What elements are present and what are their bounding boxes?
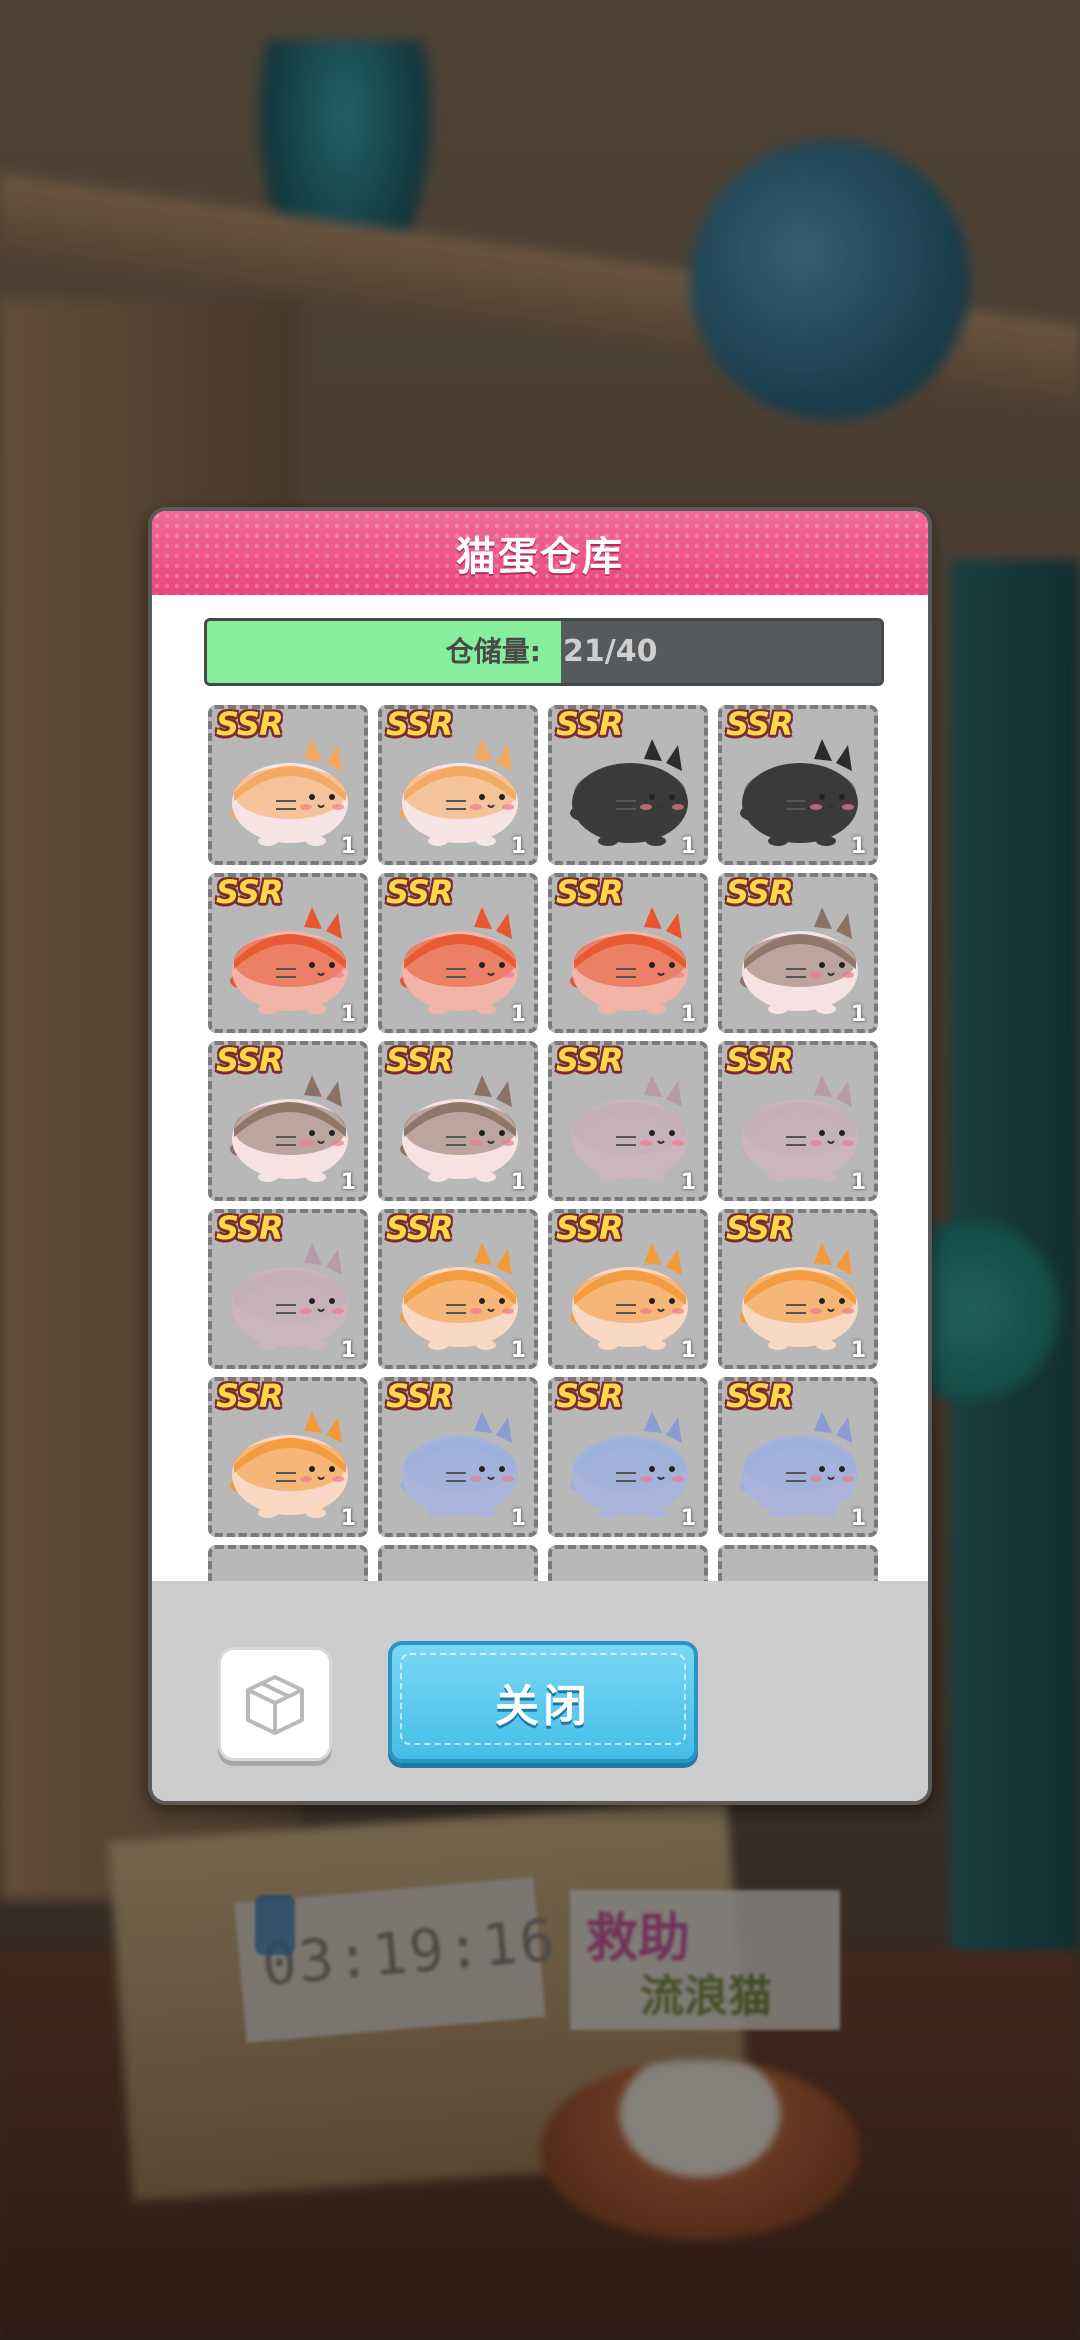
item-quantity: 1	[850, 1506, 866, 1531]
cat-egg-item[interactable]: SSR 1	[548, 1209, 708, 1369]
cat-egg-item[interactable]: SSR 1	[208, 1209, 368, 1369]
cat-egg-item[interactable]: SSR 1	[378, 873, 538, 1033]
cat-sprite	[230, 1075, 348, 1182]
item-quantity: 1	[680, 1506, 696, 1531]
rarity-badge: SSR	[216, 705, 284, 743]
cat-egg-item[interactable]: SSR 1	[208, 1041, 368, 1201]
item-quantity: 1	[850, 1338, 866, 1363]
dialog-content: 仓储量: 21/40 SSR 1 SSR 1 SSR 1 SSR 1 SSR 1 SSR 1 SSR 1 S…	[152, 595, 928, 1581]
dialog-footer: 关闭	[152, 1581, 928, 1801]
dialog-header: 猫蛋仓库	[152, 511, 928, 595]
item-quantity: 1	[510, 1506, 526, 1531]
cat-egg-item[interactable]: SSR 1	[718, 1041, 878, 1201]
cat-sprite	[740, 1243, 858, 1350]
dialog-title: 猫蛋仓库	[456, 534, 624, 580]
item-quantity: 1	[510, 834, 526, 859]
rarity-badge: SSR	[556, 1209, 624, 1247]
cat-sprite	[400, 1411, 518, 1518]
cat-sprite	[740, 739, 858, 846]
storage-label: 仓储量:	[445, 635, 541, 668]
cat-egg-item[interactable]: SSR 1	[378, 1209, 538, 1369]
item-quantity: 1	[680, 834, 696, 859]
cat-sprite	[400, 1243, 518, 1350]
item-quantity: 1	[510, 1002, 526, 1027]
rarity-badge: SSR	[386, 1209, 454, 1247]
item-quantity: 1	[340, 1506, 356, 1531]
rarity-badge: SSR	[216, 1377, 284, 1415]
item-grid-scroll[interactable]: SSR 1 SSR 1 SSR 1 SSR 1 SSR 1 SSR 1 SSR 1 SSR 1 SSR 1 SSR 1…	[208, 705, 888, 1581]
cat-sprite	[740, 907, 858, 1014]
cat-sprite	[400, 907, 518, 1014]
item-quantity: 1	[340, 1170, 356, 1195]
cat-sprite	[570, 1411, 688, 1518]
item-quantity: 1	[510, 1170, 526, 1195]
item-quantity: 1	[340, 834, 356, 859]
item-quantity: 1	[680, 1338, 696, 1363]
cat-sprite	[230, 1411, 348, 1518]
cat-sprite	[230, 1243, 348, 1350]
rarity-badge: SSR	[386, 1041, 454, 1079]
box-button[interactable]	[218, 1647, 332, 1761]
cat-egg-item[interactable]: SSR 1	[208, 873, 368, 1033]
cat-egg-item[interactable]: SSR 1	[208, 705, 368, 865]
item-quantity: 1	[850, 834, 866, 859]
cat-egg-storage-dialog: 猫蛋仓库 仓储量: 21/40 SSR 1 SSR 1 SSR 1 SSR 1 SSR 1 SSR 1…	[148, 507, 932, 1805]
cat-egg-item[interactable]: SSR 1	[378, 1041, 538, 1201]
cat-egg-item[interactable]: SSR 1	[548, 1041, 708, 1201]
close-button[interactable]: 关闭	[388, 1641, 698, 1763]
cat-egg-item-partial[interactable]	[718, 1545, 878, 1581]
item-quantity: 1	[850, 1170, 866, 1195]
item-quantity: 1	[680, 1170, 696, 1195]
rarity-badge: SSR	[726, 1377, 794, 1415]
cat-egg-item-partial[interactable]	[208, 1545, 368, 1581]
close-button-label: 关闭	[495, 1681, 591, 1732]
cat-sprite	[740, 1075, 858, 1182]
cat-egg-item[interactable]: SSR 1	[718, 1209, 878, 1369]
cat-egg-item-partial[interactable]	[548, 1545, 708, 1581]
cat-sprite	[400, 1075, 518, 1182]
item-quantity: 1	[510, 1338, 526, 1363]
cat-egg-item-partial[interactable]	[378, 1545, 538, 1581]
cat-egg-item[interactable]: SSR 1	[378, 705, 538, 865]
cat-sprite	[570, 739, 688, 846]
cat-egg-item[interactable]: SSR 1	[718, 705, 878, 865]
cat-egg-item[interactable]: SSR 1	[718, 873, 878, 1033]
rarity-badge: SSR	[556, 705, 624, 743]
rarity-badge: SSR	[386, 1377, 454, 1415]
rarity-badge: SSR	[726, 1209, 794, 1247]
cat-sprite	[570, 1075, 688, 1182]
rarity-badge: SSR	[726, 705, 794, 743]
rarity-badge: SSR	[556, 1377, 624, 1415]
cat-egg-item[interactable]: SSR 1	[548, 705, 708, 865]
rarity-badge: SSR	[556, 1041, 624, 1079]
item-quantity: 1	[340, 1002, 356, 1027]
item-quantity: 1	[850, 1002, 866, 1027]
cat-egg-item[interactable]: SSR 1	[548, 1377, 708, 1537]
item-quantity: 1	[680, 1002, 696, 1027]
rarity-badge: SSR	[556, 873, 624, 911]
item-grid: SSR 1 SSR 1 SSR 1 SSR 1 SSR 1 SSR 1 SSR 1 SSR 1 SSR 1 SSR 1…	[208, 705, 888, 1581]
storage-bar: 仓储量: 21/40	[204, 618, 884, 686]
box-icon	[246, 1675, 304, 1735]
rarity-badge: SSR	[216, 1041, 284, 1079]
cat-egg-item[interactable]: SSR 1	[548, 873, 708, 1033]
cat-sprite	[570, 1243, 688, 1350]
item-quantity: 1	[340, 1338, 356, 1363]
rarity-badge: SSR	[386, 705, 454, 743]
rarity-badge: SSR	[726, 873, 794, 911]
cat-egg-item[interactable]: SSR 1	[378, 1377, 538, 1537]
rarity-badge: SSR	[726, 1041, 794, 1079]
cat-sprite	[230, 907, 348, 1014]
cat-sprite	[740, 1411, 858, 1518]
cat-sprite	[230, 739, 348, 846]
rarity-badge: SSR	[216, 873, 284, 911]
cat-sprite	[400, 739, 518, 846]
storage-count: 21/40	[563, 634, 658, 669]
rarity-badge: SSR	[386, 873, 454, 911]
cat-egg-item[interactable]: SSR 1	[718, 1377, 878, 1537]
cat-egg-item[interactable]: SSR 1	[208, 1377, 368, 1537]
cat-sprite	[570, 907, 688, 1014]
rarity-badge: SSR	[216, 1209, 284, 1247]
